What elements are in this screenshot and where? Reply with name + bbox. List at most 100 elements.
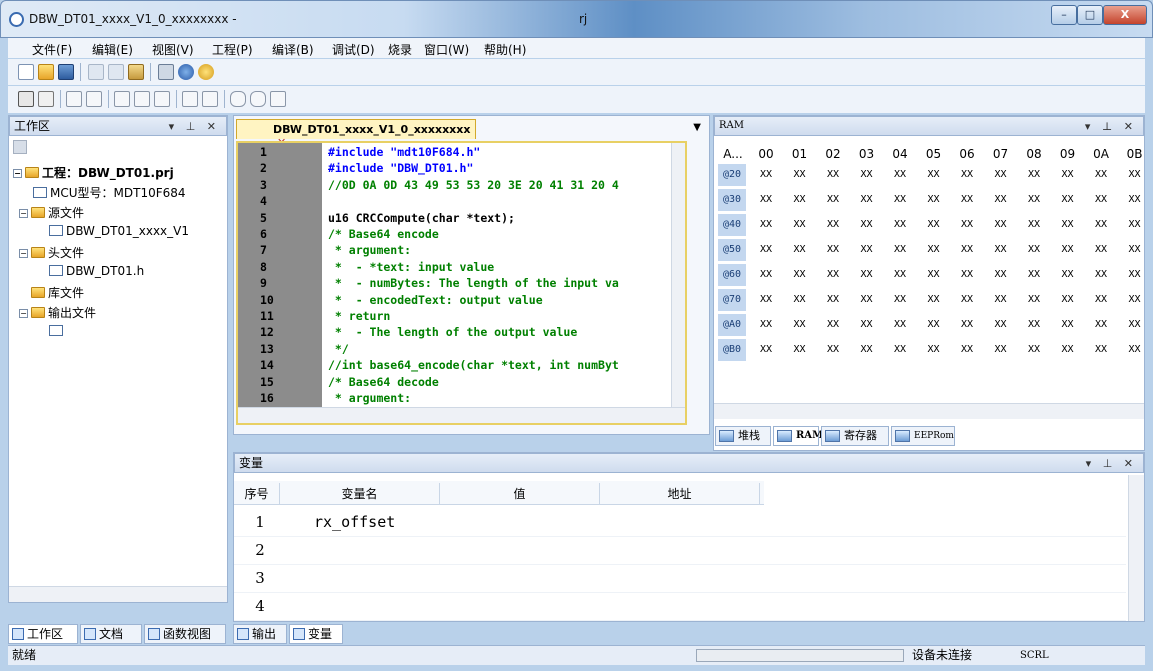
- ram-cell[interactable]: XX: [855, 294, 879, 305]
- workspace-hscroll[interactable]: [9, 586, 227, 602]
- tree-output-folder[interactable]: − 输出文件: [19, 304, 96, 321]
- ram-cell[interactable]: XX: [1022, 344, 1046, 355]
- ram-cell[interactable]: XX: [989, 269, 1013, 280]
- tree-library-folder[interactable]: 库文件: [31, 284, 84, 301]
- ram-cell[interactable]: XX: [1022, 294, 1046, 305]
- tree-mcu[interactable]: MCU型号：MDT10F684: [33, 184, 186, 201]
- memory-icon[interactable]: [18, 91, 34, 107]
- ram-cell[interactable]: XX: [922, 294, 946, 305]
- ram-cell[interactable]: XX: [788, 219, 812, 230]
- ram-cell[interactable]: XX: [1056, 194, 1080, 205]
- ram-cell[interactable]: XX: [821, 194, 845, 205]
- ram-cell[interactable]: XX: [888, 269, 912, 280]
- ram-cell[interactable]: XX: [1089, 269, 1113, 280]
- ram-cell[interactable]: XX: [754, 269, 778, 280]
- ram-cell[interactable]: XX: [1123, 194, 1147, 205]
- ram-cell[interactable]: XX: [989, 169, 1013, 180]
- ram-cell[interactable]: XX: [1123, 294, 1147, 305]
- code-editor[interactable]: 1 #include "mdt10F684.h" 2 #include "DBW_DT…: [236, 141, 687, 425]
- ram-cell[interactable]: XX: [1089, 344, 1113, 355]
- ram-cell[interactable]: XX: [855, 169, 879, 180]
- ram-cell[interactable]: XX: [788, 194, 812, 205]
- ram-cell[interactable]: XX: [754, 319, 778, 330]
- ram-cell[interactable]: XX: [1022, 219, 1046, 230]
- ram-cell[interactable]: XX: [1022, 319, 1046, 330]
- ram-cell[interactable]: XX: [922, 269, 946, 280]
- tab-eeprom[interactable]: EEPRom: [891, 426, 955, 446]
- step-over-icon[interactable]: [114, 91, 130, 107]
- ram-cell[interactable]: XX: [1022, 194, 1046, 205]
- ram-cell[interactable]: XX: [1056, 269, 1080, 280]
- ram-cell[interactable]: XX: [989, 294, 1013, 305]
- ram-cell[interactable]: XX: [1056, 294, 1080, 305]
- ram-cell[interactable]: XX: [855, 194, 879, 205]
- ram-cell[interactable]: XX: [888, 219, 912, 230]
- tab-workspace[interactable]: 工作区: [8, 624, 78, 644]
- ram-cell[interactable]: XX: [1123, 169, 1147, 180]
- ram-cell[interactable]: XX: [788, 269, 812, 280]
- menu-help[interactable]: 帮助(H): [484, 41, 526, 58]
- variable-name[interactable]: rx_offset: [314, 513, 395, 531]
- ram-cell[interactable]: XX: [754, 169, 778, 180]
- ram-cell[interactable]: XX: [788, 319, 812, 330]
- ram-cell[interactable]: XX: [922, 169, 946, 180]
- col-index[interactable]: 序号: [234, 483, 280, 505]
- ram-cell[interactable]: XX: [955, 194, 979, 205]
- ram-cell[interactable]: XX: [1089, 319, 1113, 330]
- variable-row[interactable]: 4: [234, 593, 1126, 621]
- ram-cell[interactable]: XX: [821, 269, 845, 280]
- ram-cell[interactable]: XX: [821, 169, 845, 180]
- copy-icon[interactable]: [108, 64, 124, 80]
- ram-cell[interactable]: XX: [955, 219, 979, 230]
- reset-icon[interactable]: [154, 91, 170, 107]
- chevron-down-icon[interactable]: ▼: [693, 122, 701, 133]
- ram-cell[interactable]: XX: [855, 344, 879, 355]
- tab-function-view[interactable]: 函数视图: [144, 624, 226, 644]
- tree-output-file[interactable]: [49, 324, 66, 338]
- ram-cell[interactable]: XX: [1022, 269, 1046, 280]
- ram-cell[interactable]: XX: [922, 219, 946, 230]
- ram-cell[interactable]: XX: [821, 319, 845, 330]
- minimize-button[interactable]: –: [1051, 5, 1077, 25]
- ram-cell[interactable]: XX: [1056, 169, 1080, 180]
- open-folder-icon[interactable]: [38, 64, 54, 80]
- panel-pin-close-icon[interactable]: ▾ ⊥ ✕: [1086, 455, 1137, 473]
- tree-source-file[interactable]: DBW_DT01_xxxx_V1: [49, 224, 189, 238]
- ram-cell[interactable]: XX: [1056, 344, 1080, 355]
- ram-cell[interactable]: XX: [888, 344, 912, 355]
- col-value[interactable]: 值: [440, 483, 600, 505]
- ram-cell[interactable]: XX: [855, 269, 879, 280]
- ram-cell[interactable]: XX: [989, 194, 1013, 205]
- ram-cell[interactable]: XX: [754, 344, 778, 355]
- menu-build[interactable]: 编译(B): [272, 41, 314, 58]
- ram-cell[interactable]: XX: [989, 219, 1013, 230]
- ram-cell[interactable]: XX: [922, 244, 946, 255]
- ram-cell[interactable]: XX: [1089, 244, 1113, 255]
- ram-cell[interactable]: XX: [955, 294, 979, 305]
- ram-cell[interactable]: XX: [1123, 319, 1147, 330]
- menu-window[interactable]: 窗口(W): [424, 41, 469, 58]
- ram-cell[interactable]: XX: [1089, 294, 1113, 305]
- ram-cell[interactable]: XX: [788, 169, 812, 180]
- project-icon[interactable]: [13, 140, 27, 154]
- ram-cell[interactable]: XX: [821, 344, 845, 355]
- tab-variables[interactable]: 变量: [289, 624, 343, 644]
- ram-cell[interactable]: XX: [955, 244, 979, 255]
- ram-cell[interactable]: XX: [754, 194, 778, 205]
- ram-cell[interactable]: XX: [1123, 344, 1147, 355]
- ram-cell[interactable]: XX: [955, 319, 979, 330]
- paste-icon[interactable]: [128, 64, 144, 80]
- ram-cell[interactable]: XX: [888, 194, 912, 205]
- ram-cell[interactable]: XX: [989, 244, 1013, 255]
- editor-tab[interactable]: DBW_DT01_xxxx_V1_0_xxxxxxxx ✕: [236, 119, 476, 149]
- step-out-icon[interactable]: [134, 91, 150, 107]
- print-icon[interactable]: [158, 64, 174, 80]
- menu-view[interactable]: 视图(V): [152, 41, 194, 58]
- ram-cell[interactable]: XX: [855, 319, 879, 330]
- tab-output[interactable]: 输出: [233, 624, 287, 644]
- menu-burn[interactable]: 烧录: [388, 41, 412, 58]
- maximize-button[interactable]: □: [1077, 5, 1103, 25]
- break-icon[interactable]: [202, 91, 218, 107]
- ram-cell[interactable]: XX: [955, 269, 979, 280]
- step-icon[interactable]: [66, 91, 82, 107]
